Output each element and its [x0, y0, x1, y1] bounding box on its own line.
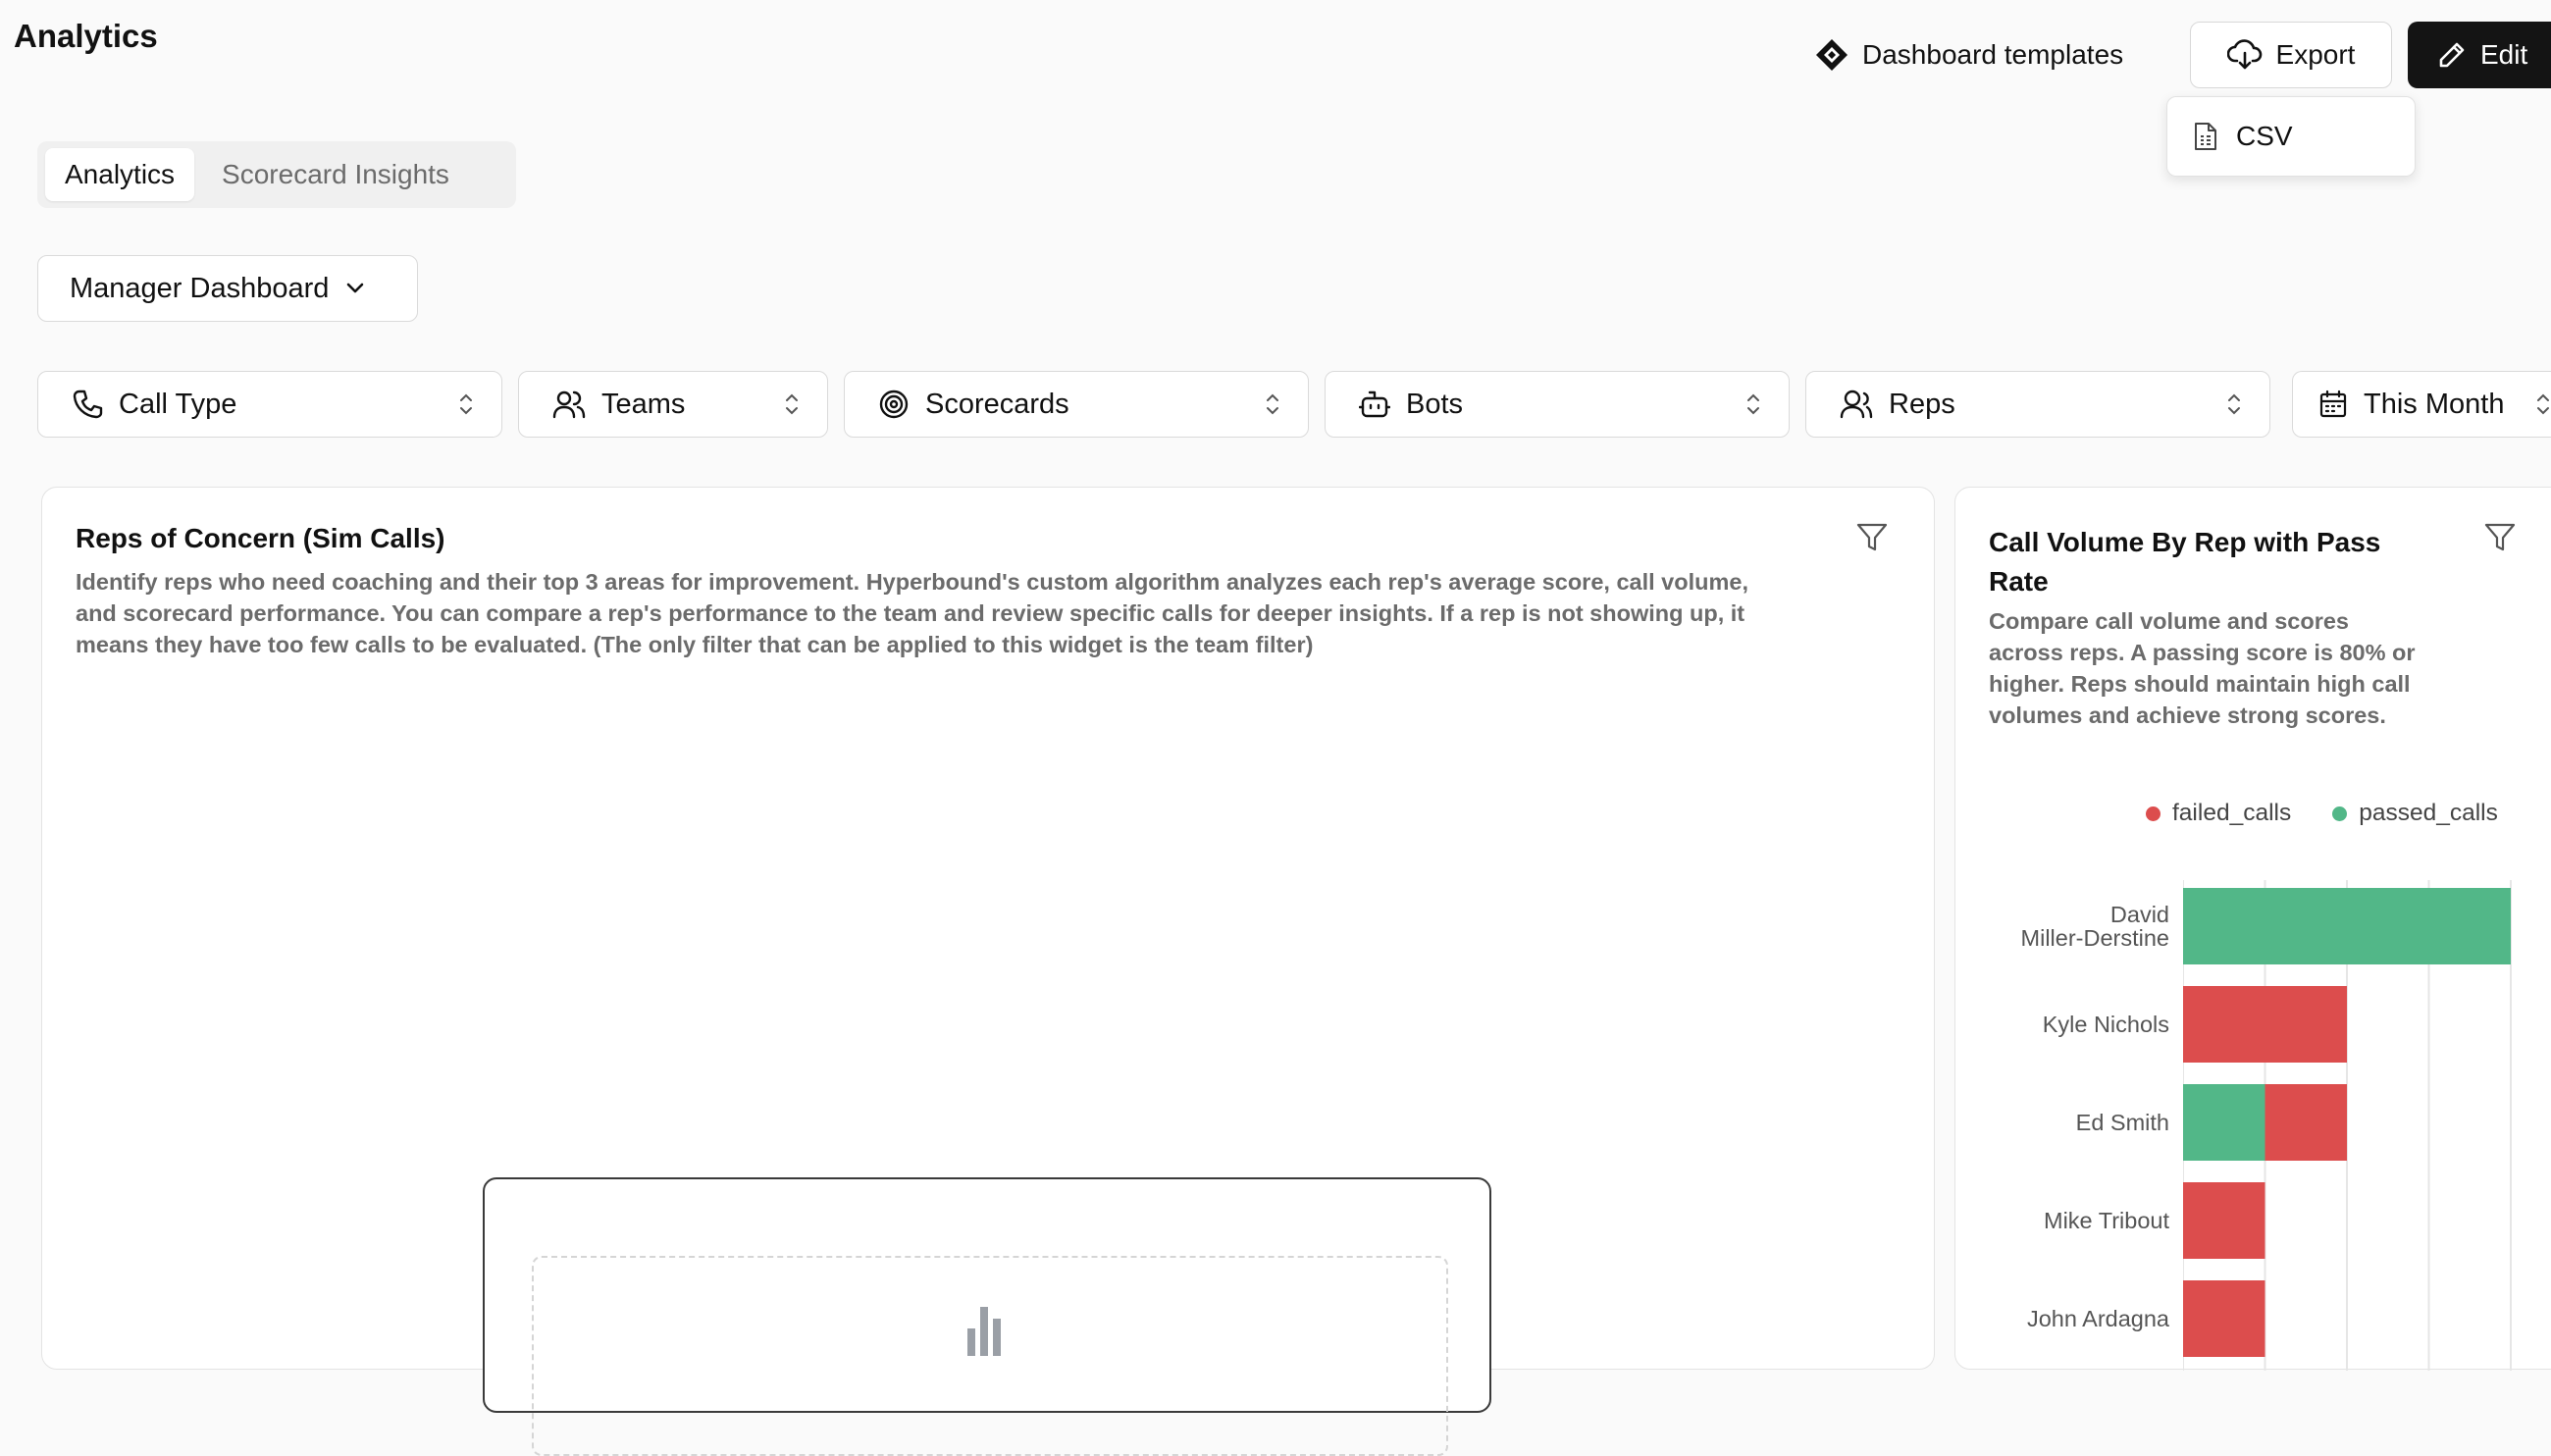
scorecards-filter[interactable]: Scorecards: [844, 371, 1309, 438]
cloud-download-icon: [2226, 39, 2262, 70]
call-type-filter[interactable]: Call Type: [37, 371, 502, 438]
dashboard-select[interactable]: Manager Dashboard: [37, 255, 418, 322]
widget-title: Call Volume By Rep with Pass Rate: [1989, 527, 2381, 597]
dashboard-templates-button[interactable]: Dashboard templates: [1815, 29, 2123, 80]
rep-label: David Miller-Derstine: [2020, 902, 2169, 951]
bar-failed-calls[interactable]: [2183, 1182, 2265, 1259]
filter-icon[interactable]: [1855, 521, 1889, 554]
bar-passed-calls[interactable]: [2183, 1084, 2265, 1161]
calendar-icon: [2319, 390, 2347, 418]
edit-button[interactable]: Edit: [2408, 22, 2551, 88]
rep-label: Kyle Nichols: [2042, 1012, 2169, 1037]
widget-description: Identify reps who need coaching and thei…: [76, 569, 1748, 657]
date-range-label: This Month: [2364, 388, 2505, 420]
pencil-icon: [2439, 42, 2465, 68]
chevrons-up-down-icon: [2228, 393, 2240, 415]
templates-icon: [1816, 39, 1848, 71]
chart-legend: failed_calls passed_calls: [2146, 800, 2498, 827]
target-icon: [879, 390, 909, 419]
dashboard-select-value: Manager Dashboard: [70, 272, 330, 304]
legend-swatch-passed: [2332, 806, 2348, 821]
bar-failed-calls[interactable]: [2183, 1280, 2265, 1357]
chevrons-up-down-icon: [1747, 393, 1759, 415]
chevron-down-icon: [347, 283, 364, 293]
export-csv-label: CSV: [2236, 121, 2293, 151]
export-button[interactable]: Export: [2190, 22, 2392, 88]
chevrons-up-down-icon: [460, 393, 472, 415]
call-volume-chart: [2183, 880, 2512, 1371]
phone-icon: [73, 390, 103, 419]
tab-scorecard-insights[interactable]: Scorecard Insights: [202, 148, 469, 201]
view-tabs: Analytics Scorecard Insights: [37, 141, 516, 208]
rep-label: Mike Tribout: [2044, 1208, 2169, 1233]
users-icon: [552, 390, 586, 419]
bots-filter[interactable]: Bots: [1325, 371, 1790, 438]
empty-state-placeholder: [532, 1256, 1448, 1456]
teams-label: Teams: [601, 388, 686, 420]
teams-filter[interactable]: Teams: [518, 371, 828, 438]
bar-failed-calls[interactable]: [2183, 986, 2347, 1063]
scorecards-label: Scorecards: [925, 388, 1069, 420]
chevrons-up-down-icon: [1267, 393, 1278, 415]
legend-label-failed: failed_calls: [2172, 800, 2292, 826]
bar-passed-calls[interactable]: [2183, 888, 2511, 964]
export-label: Export: [2275, 39, 2356, 70]
chevrons-up-down-icon: [2537, 393, 2549, 415]
bar-chart-icon: [967, 1307, 1001, 1356]
legend-label-passed: passed_calls: [2359, 800, 2498, 826]
rep-label: Ed Smith: [2075, 1110, 2169, 1135]
bot-icon: [1359, 390, 1390, 418]
page-title: Analytics: [14, 18, 158, 54]
widget-description: Compare call volume and scores across re…: [1989, 608, 2416, 728]
reps-filter[interactable]: Reps: [1805, 371, 2270, 438]
user-group-icon: [1840, 390, 1873, 419]
edit-label: Edit: [2480, 39, 2528, 70]
rep-label: John Ardagna: [2026, 1306, 2169, 1331]
bots-label: Bots: [1406, 388, 1464, 420]
tab-analytics[interactable]: Analytics: [45, 148, 195, 201]
chevrons-up-down-icon: [786, 393, 798, 415]
date-range-filter[interactable]: This Month: [2292, 371, 2551, 438]
export-menu: CSV: [2166, 96, 2416, 177]
dashboard-templates-label: Dashboard templates: [1862, 39, 2124, 70]
bar-failed-calls[interactable]: [2265, 1084, 2348, 1161]
call-volume-widget: Call Volume By Rep with Pass Rate Compar…: [1954, 487, 2551, 1371]
call-type-label: Call Type: [119, 388, 237, 420]
empty-state-card: [483, 1177, 1491, 1456]
legend-swatch-failed: [2146, 806, 2161, 821]
file-spreadsheet-icon: [2195, 123, 2216, 150]
filter-icon[interactable]: [2483, 521, 2517, 554]
reps-label: Reps: [1889, 388, 1955, 420]
widget-title: Reps of Concern (Sim Calls): [76, 523, 445, 553]
export-csv-option[interactable]: CSV: [2167, 97, 2415, 176]
